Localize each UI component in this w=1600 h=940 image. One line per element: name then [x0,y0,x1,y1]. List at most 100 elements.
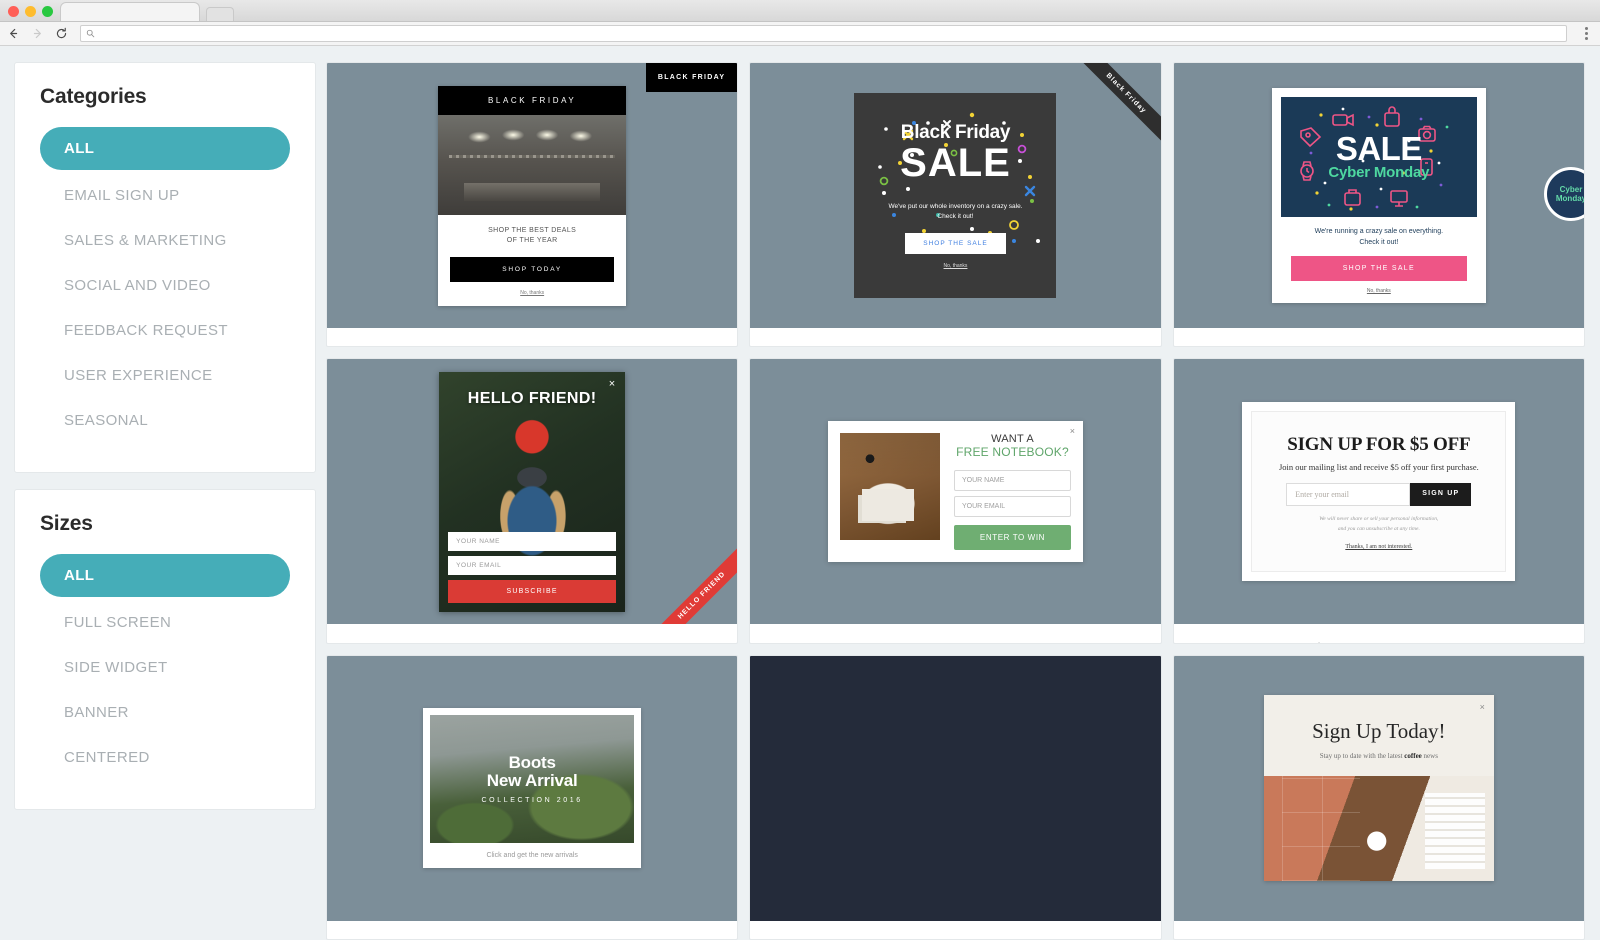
badge-circle: Cyber Monday [1544,167,1584,221]
category-item-all[interactable]: ALL [40,127,290,170]
popup-dismiss-link[interactable]: No, thanks [944,263,968,269]
reload-icon[interactable] [54,26,69,41]
sizes-panel: Sizes ALL FULL SCREEN SIDE WIDGET BANNER… [14,489,316,810]
popup-cta-button[interactable]: SUBSCRIBE [448,579,617,603]
badge-ribbon: HELLO FRIEND [617,504,738,625]
popup-mockup: Boots New Arrival COLLECTION 2016 Click … [423,708,642,869]
category-item-user-experience[interactable]: USER EXPERIENCE [40,356,290,395]
name-input[interactable]: YOUR NAME [448,531,617,551]
template-card-enter-to-win[interactable]: × WANT A FREE NOTEBOOK? YOUR NAME YOUR E… [749,358,1162,644]
notebook-photo [839,433,940,541]
template-card-dark[interactable] [749,654,1162,940]
popup-cta-button[interactable]: SHOP TODAY [450,256,615,282]
sizes-list: ALL FULL SCREEN SIDE WIDGET BANNER CENTE… [40,554,290,777]
email-input[interactable]: Enter your email [1286,483,1411,507]
template-preview: Cyber Monday SALE Cyber Monday We're run… [1173,63,1584,328]
popup-mockup: × Sign Up Today! Stay up to date with th… [1263,695,1494,882]
size-item-centered[interactable]: CENTERED [40,738,290,777]
minimize-window-button[interactable] [25,6,36,17]
category-item-feedback-request[interactable]: FEEDBACK REQUEST [40,311,290,350]
popup-headline: SALE [1335,129,1423,167]
popup-mockup: × WANT A FREE NOTEBOOK? YOUR NAME YOUR E… [827,421,1083,563]
monitor-icon [1390,190,1408,207]
address-input[interactable] [100,28,1561,39]
close-window-button[interactable] [8,6,19,17]
shopping-bag-icon [1384,106,1400,127]
browser-tab[interactable] [60,2,200,21]
popup-subhead: Cyber Monday [1328,163,1430,181]
window-controls[interactable] [8,6,53,17]
popup-subtext: We're running a crazy sale on everything… [1281,226,1477,248]
new-tab-button[interactable] [206,7,234,21]
popup-line-1: SHOP THE BEST DEALS [488,226,577,234]
template-preview: BLACK FRIDAY BLACK FRIDAY SHOP THE BEST … [327,63,738,328]
address-bar[interactable] [80,25,1567,42]
popup-mockup: BLACK FRIDAY SHOP THE BEST DEALS OF THE … [438,85,627,306]
popup-line-1: WANT A [991,433,1034,446]
close-icon[interactable]: × [609,378,615,390]
template-card-sign-up-today[interactable]: × Sign Up Today! Stay up to date with th… [1172,654,1585,940]
template-card-title: Enter To Win [750,624,1160,643]
name-input[interactable]: YOUR NAME [953,470,1071,492]
template-card-hello-friend[interactable]: HELLO FRIEND × HELLO FRIEND! YOUR NAME Y… [326,358,739,644]
popup-dismiss-link[interactable]: Thanks, I am not interested. [1345,544,1412,550]
coffee-photo [1263,776,1494,882]
template-card-title: Hello Friend! [327,624,737,643]
popup-cta-button[interactable]: SHOP THE SALE [905,233,1006,255]
email-input[interactable]: YOUR EMAIL [448,555,617,575]
popup-body: Sign Up Today! Stay up to date with the … [1264,695,1494,776]
popup-form: Enter your email SIGN UP [1272,483,1485,507]
template-card-boots-new-arrival[interactable]: Boots New Arrival COLLECTION 2016 Click … [326,654,739,940]
badge-tag: BLACK FRIDAY [645,63,738,92]
size-item-side-widget[interactable]: SIDE WIDGET [40,648,290,687]
popup-sub-2: Check it out! [1359,239,1399,246]
popup-line-2: FREE NOTEBOOK? [956,445,1069,460]
template-preview [750,655,1161,921]
template-card-black-friday-fashion[interactable]: BLACK FRIDAY BLACK FRIDAY SHOP THE BEST … [326,62,739,348]
video-camera-icon [1332,113,1354,127]
popup-sub-2: Check it out! [937,213,974,220]
popup-dismiss-link[interactable]: No, thanks [1281,288,1477,294]
briefcase-icon [1344,189,1361,206]
back-arrow-icon[interactable] [6,26,21,41]
popup-cta-button[interactable]: SIGN UP [1410,483,1472,507]
popup-body: SHOP THE BEST DEALS OF THE YEAR SHOP TOD… [438,215,626,306]
popup-sub-bold: coffee [1404,752,1422,761]
template-card-5-off-sign-up[interactable]: SIGN UP FOR $5 OFF Join our mailing list… [1172,358,1585,644]
popup-headline: SIGN UP FOR $5 OFF [1287,434,1471,456]
popup-dismiss-link[interactable]: No, thanks [450,290,614,296]
popup-line-2: New Arrival [486,771,578,791]
badge-ribbon-label: Black Friday [1063,63,1161,157]
category-item-seasonal[interactable]: SEASONAL [40,401,290,440]
template-card-title: Black Friday Fashion [327,328,737,347]
template-card-black-friday-fireworks[interactable]: Black Friday Black Friday SALE We've put… [749,62,1162,348]
tab-strip [60,2,234,21]
template-card-cyber-monday-color[interactable]: Cyber Monday SALE Cyber Monday We're run… [1172,62,1585,348]
popup-cta-button[interactable]: SHOP THE SALE [1290,256,1467,282]
badge-ribbon: Black Friday [1041,63,1161,183]
popup-disclaimer: We will never share or sell your persona… [1272,515,1485,534]
close-icon[interactable]: × [1480,702,1485,712]
category-item-social-and-video[interactable]: SOCIAL AND VIDEO [40,266,290,305]
categories-title: Categories [40,85,147,108]
template-preview: × WANT A FREE NOTEBOOK? YOUR NAME YOUR E… [750,359,1161,625]
email-input[interactable]: YOUR EMAIL [953,496,1071,518]
close-icon[interactable]: × [1070,426,1075,436]
category-item-email-sign-up[interactable]: EMAIL SIGN UP [40,176,290,215]
maximize-window-button[interactable] [42,6,53,17]
page-content: Categories ALL EMAIL SIGN UP SALES & MAR… [0,47,1600,940]
more-vertical-icon[interactable] [1578,25,1594,43]
template-preview: Black Friday Black Friday SALE We've put… [750,63,1161,328]
category-item-sales-marketing[interactable]: SALES & MARKETING [40,221,290,260]
popup-mockup: SIGN UP FOR $5 OFF Join our mailing list… [1242,402,1516,582]
popup-sub-pre: Stay up to date with the latest [1319,752,1405,761]
template-preview: SIGN UP FOR $5 OFF Join our mailing list… [1173,359,1584,625]
popup-subhead: Join our mailing list and receive $5 off… [1278,462,1479,473]
forward-arrow-icon[interactable] [30,26,45,41]
template-preview: Boots New Arrival COLLECTION 2016 Click … [327,655,738,921]
size-item-all[interactable]: ALL [40,554,290,597]
size-item-full-screen[interactable]: FULL SCREEN [40,603,290,642]
popup-cta-button[interactable]: ENTER TO WIN [953,525,1071,551]
template-card-title: Cyber Monday Color [1174,328,1584,347]
size-item-banner[interactable]: BANNER [40,693,290,732]
